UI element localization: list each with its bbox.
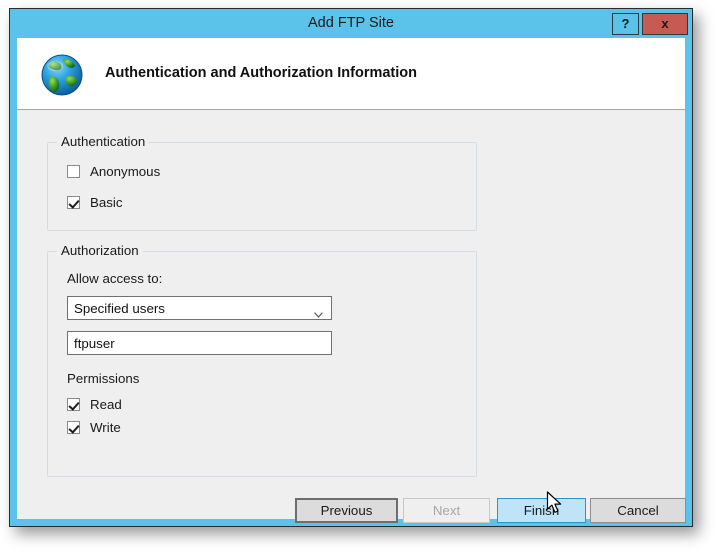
title-bar[interactable]: Add FTP Site ? x — [10, 9, 692, 38]
checkbox-read-box[interactable] — [67, 397, 80, 411]
allow-access-label: Allow access to: — [67, 271, 163, 286]
checkbox-write-label: Write — [90, 419, 121, 435]
checkbox-basic-box[interactable] — [67, 195, 80, 209]
authentication-group: Authentication Anonymous Basic — [47, 134, 477, 231]
dialog-body: Authentication Anonymous Basic Authoriza… — [17, 110, 685, 519]
dialog-window: Add FTP Site ? x Authentication and Auth… — [9, 8, 693, 527]
allow-access-select-value: Specified users — [74, 300, 165, 316]
checkbox-write-box[interactable] — [67, 420, 80, 434]
checkbox-anonymous-box[interactable] — [67, 164, 80, 178]
window-title: Add FTP Site — [308, 15, 394, 31]
cancel-button[interactable]: Cancel — [590, 498, 686, 523]
permissions-label: Permissions — [67, 371, 140, 386]
users-input-value: ftpuser — [74, 335, 115, 351]
checkbox-read-label: Read — [90, 396, 122, 412]
authorization-legend: Authorization — [57, 243, 143, 258]
globe-icon — [37, 50, 87, 100]
next-button: Next — [403, 498, 490, 523]
screen: Add FTP Site ? x Authentication and Auth… — [0, 0, 719, 553]
checkbox-anonymous-label: Anonymous — [90, 163, 161, 179]
help-button[interactable]: ? — [612, 13, 639, 35]
close-button[interactable]: x — [642, 13, 688, 35]
checkbox-read[interactable]: Read — [67, 395, 122, 413]
users-input[interactable]: ftpuser — [67, 331, 332, 355]
checkbox-basic[interactable]: Basic — [67, 193, 123, 211]
page-title: Authentication and Authorization Informa… — [105, 65, 417, 81]
finish-button[interactable]: Finish — [497, 498, 586, 523]
chevron-down-icon — [314, 305, 323, 318]
authorization-group: Authorization Allow access to: Specified… — [47, 243, 477, 477]
authentication-legend: Authentication — [57, 134, 150, 149]
allow-access-select[interactable]: Specified users — [67, 296, 332, 320]
dialog-header: Authentication and Authorization Informa… — [17, 38, 685, 110]
checkbox-basic-label: Basic — [90, 194, 123, 210]
checkbox-anonymous[interactable]: Anonymous — [67, 162, 160, 180]
checkbox-write[interactable]: Write — [67, 418, 121, 436]
previous-button[interactable]: Previous — [295, 498, 398, 523]
